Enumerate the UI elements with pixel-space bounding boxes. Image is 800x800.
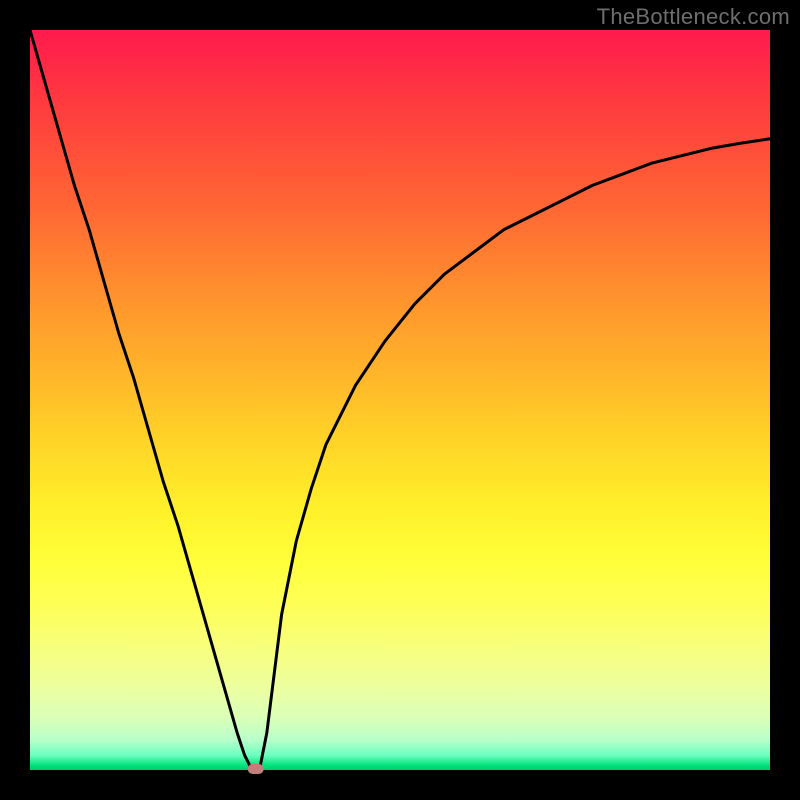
chart-stage: TheBottleneck.com [0,0,800,800]
plot-area [30,30,770,770]
curve-layer [30,30,770,770]
optimum-marker [248,764,264,774]
bottleneck-curve [30,30,770,770]
watermark-text: TheBottleneck.com [597,4,790,30]
